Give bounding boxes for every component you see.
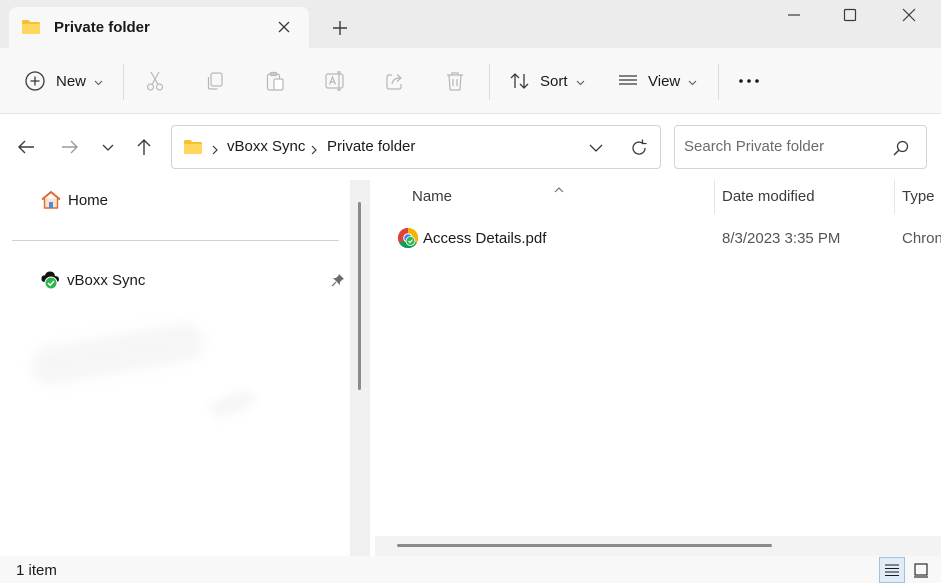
home-icon: [40, 190, 62, 210]
tab-title: Private folder: [54, 19, 150, 36]
new-label: New: [56, 72, 87, 90]
file-type: Chron: [902, 230, 941, 247]
file-date-modified: 8/3/2023 3:35 PM: [722, 230, 841, 247]
close-window-icon[interactable]: [891, 4, 927, 26]
maximize-icon[interactable]: [832, 4, 868, 26]
sort-label: Sort: [540, 72, 568, 90]
file-list: Name Date modified Type Access Details.p…: [375, 180, 941, 556]
chevron-down-icon: [688, 73, 697, 90]
column-header-name[interactable]: Name: [412, 188, 452, 205]
close-icon[interactable]: [273, 16, 295, 38]
nav-divider: [12, 240, 339, 241]
folder-icon: [183, 139, 203, 159]
sort-icon: [509, 70, 531, 92]
breadcrumb-chevron-icon[interactable]: [211, 142, 219, 159]
minimize-icon[interactable]: [776, 4, 812, 26]
breadcrumb-private-folder[interactable]: Private folder: [327, 138, 415, 155]
plus-icon[interactable]: [328, 16, 352, 40]
title-bar: Private folder: [0, 0, 941, 48]
table-row[interactable]: Access Details.pdf 8/3/2023 3:35 PM Chro…: [375, 224, 941, 254]
breadcrumb-vboxx-sync[interactable]: vBoxx Sync: [227, 138, 305, 155]
tab-private-folder[interactable]: Private folder: [9, 7, 309, 48]
nav-scrollbar-thumb[interactable]: [358, 202, 361, 390]
paste-button[interactable]: [264, 48, 286, 114]
view-button[interactable]: View: [617, 48, 697, 114]
add-circle-icon: [24, 70, 46, 92]
delete-icon: [444, 70, 466, 92]
toolbar-divider: [489, 64, 490, 100]
new-button[interactable]: New: [24, 48, 103, 114]
rename-button[interactable]: [324, 48, 346, 114]
cut-icon: [144, 70, 166, 92]
back-arrow-icon[interactable]: [12, 133, 40, 161]
sidebar-item-vboxx-sync[interactable]: vBoxx Sync: [40, 270, 145, 290]
pin-icon[interactable]: [331, 273, 345, 291]
forward-arrow-icon[interactable]: [56, 133, 84, 161]
rename-icon: [324, 70, 346, 92]
search-icon[interactable]: [892, 139, 910, 161]
column-header-date-modified[interactable]: Date modified: [722, 188, 815, 205]
share-icon: [384, 70, 406, 92]
paste-icon: [264, 70, 286, 92]
background-smudge: [28, 320, 207, 388]
sidebar-item-home[interactable]: Home: [40, 190, 108, 210]
delete-button[interactable]: [444, 48, 466, 114]
column-header-type[interactable]: Type: [902, 188, 935, 205]
tiles-view-icon[interactable]: [908, 557, 934, 583]
column-divider[interactable]: [714, 180, 715, 214]
cloud-sync-icon: [40, 270, 62, 290]
address-bar[interactable]: vBoxx Sync Private folder: [171, 125, 661, 169]
more-icon: [737, 70, 761, 92]
status-bar: 1 item: [0, 556, 941, 583]
toolbar-divider: [123, 64, 124, 100]
more-options-button[interactable]: [737, 48, 761, 114]
refresh-icon[interactable]: [629, 138, 649, 162]
file-name: Access Details.pdf: [423, 230, 547, 247]
recent-chevron-icon[interactable]: [94, 133, 122, 161]
cut-button[interactable]: [144, 48, 166, 114]
breadcrumb-chevron-icon[interactable]: [310, 142, 318, 159]
chevron-down-icon: [576, 73, 585, 90]
share-button[interactable]: [384, 48, 406, 114]
view-list-icon: [617, 70, 639, 92]
chrome-pdf-icon: [397, 227, 419, 253]
copy-button[interactable]: [204, 48, 226, 114]
sidebar-item-label: Home: [68, 191, 109, 209]
search-box: [674, 125, 927, 169]
folder-icon: [21, 19, 41, 39]
chevron-down-icon: [94, 73, 103, 90]
sort-ascending-icon: [554, 180, 564, 197]
copy-icon: [204, 70, 226, 92]
toolbar-divider: [718, 64, 719, 100]
view-label: View: [648, 72, 681, 90]
background-smudge: [208, 387, 257, 421]
address-row: vBoxx Sync Private folder: [0, 115, 941, 179]
command-bar: New Sort View: [0, 48, 941, 114]
up-arrow-icon[interactable]: [130, 133, 158, 161]
details-view-icon[interactable]: [879, 557, 905, 583]
sort-button[interactable]: Sort: [509, 48, 585, 114]
navigation-pane: Home vBoxx Sync: [0, 180, 370, 556]
column-divider[interactable]: [894, 180, 895, 214]
search-input[interactable]: [684, 138, 884, 155]
horizontal-scrollbar-thumb[interactable]: [397, 544, 772, 547]
sidebar-item-label: vBoxx Sync: [67, 271, 146, 289]
item-count: 1 item: [16, 562, 57, 579]
dropdown-chevron-icon[interactable]: [588, 141, 604, 158]
